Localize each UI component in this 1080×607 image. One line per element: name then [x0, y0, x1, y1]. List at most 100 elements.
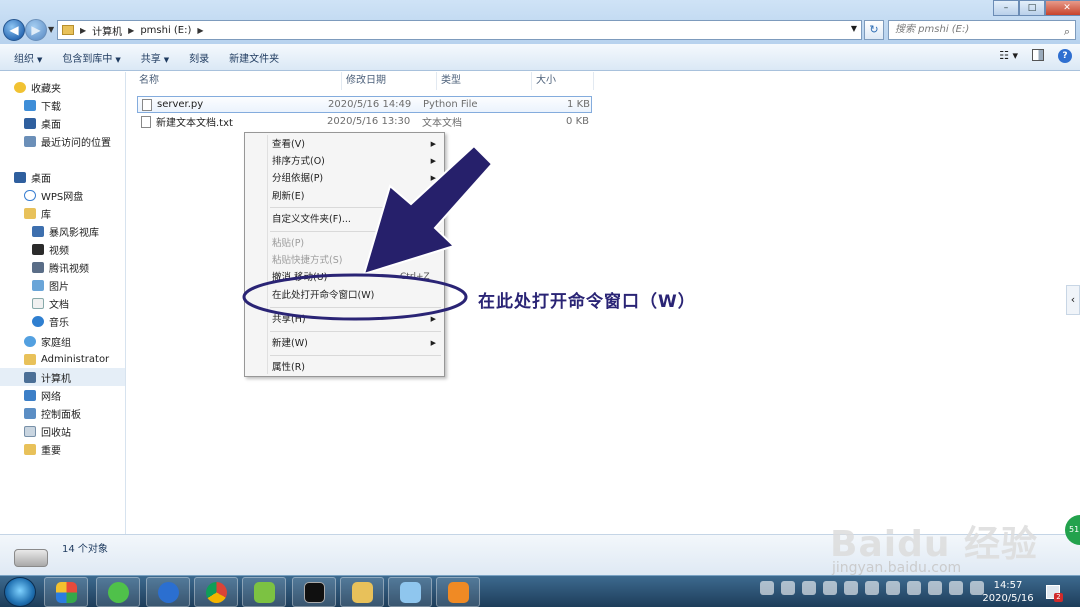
nav-label: 最近访问的位置	[41, 137, 111, 149]
nav-label: 音乐	[49, 317, 69, 329]
nav-label: 计算机	[41, 373, 71, 385]
nav-label: 文档	[49, 299, 69, 311]
taskbar-app-sublime[interactable]	[436, 577, 480, 607]
include-in-library-button[interactable]: 包含到库中 ▼	[62, 50, 120, 65]
menu-item-group-by[interactable]: 分组依据(P) ▶	[272, 171, 442, 186]
column-type[interactable]: 类型	[437, 72, 532, 90]
tray-app-icon[interactable]	[802, 581, 816, 595]
nav-label: 重要	[41, 445, 61, 457]
refresh-button[interactable]: ↻	[864, 20, 884, 40]
minimize-button[interactable]: –	[993, 0, 1019, 16]
sublime-text-icon	[448, 582, 469, 603]
menu-item-refresh[interactable]: 刷新(E)	[272, 189, 442, 204]
tray-volume-icon[interactable]	[928, 581, 942, 595]
recent-places-icon	[24, 135, 36, 147]
tray-power-icon[interactable]	[949, 581, 963, 595]
folder-icon	[352, 582, 373, 603]
search-input[interactable]: 搜索 pmshi (E:) ⌕	[888, 20, 1076, 40]
chevron-left-icon[interactable]: ‹	[1066, 285, 1080, 315]
preview-pane-icon[interactable]	[1032, 49, 1044, 61]
menu-separator	[270, 307, 441, 308]
taskbar-app-360[interactable]	[96, 577, 140, 607]
tray-network-icon[interactable]	[907, 581, 921, 595]
taskbar-app-chrome[interactable]	[194, 577, 238, 607]
taskbar-app-green[interactable]	[242, 577, 286, 607]
maximize-button[interactable]: □	[1019, 0, 1045, 16]
taskbar-app-notepad[interactable]	[388, 577, 432, 607]
recent-pages-dropdown-icon[interactable]: ▼	[48, 25, 54, 34]
tray-keyboard-icon[interactable]	[760, 581, 774, 595]
start-button[interactable]	[4, 577, 36, 607]
file-type: Python File	[423, 99, 478, 110]
nav-label: 腾讯视频	[49, 263, 89, 275]
file-size: 1 KB	[567, 99, 590, 110]
video-library-icon	[32, 225, 44, 237]
menu-item-properties[interactable]: 属性(R)	[272, 360, 442, 375]
submenu-arrow-icon: ▶	[430, 174, 436, 182]
browser-icon	[108, 582, 129, 603]
menu-item-new[interactable]: 新建(W) ▶	[272, 336, 442, 351]
tray-device-icon[interactable]	[865, 581, 879, 595]
nav-desktop[interactable]: 桌面	[14, 168, 139, 186]
menu-item-view[interactable]: 查看(V) ▶	[272, 137, 442, 152]
file-size: 0 KB	[566, 116, 589, 127]
menu-item-paste-shortcut: 粘贴快捷方式(S)	[272, 255, 343, 266]
clock[interactable]: 14:57 2020/5/16	[978, 579, 1038, 605]
taskbar-app-cleaner[interactable]	[44, 577, 88, 607]
search-icon[interactable]: ⌕	[1064, 23, 1070, 41]
submenu-arrow-icon: ▶	[430, 140, 436, 148]
file-row[interactable]: 新建文本文档.txt 2020/5/16 13:30 文本文档 0 KB	[137, 113, 592, 130]
taskbar-app-cmd[interactable]	[292, 577, 336, 607]
clock-time: 14:57	[993, 580, 1023, 591]
close-button[interactable]: ✕	[1045, 0, 1080, 16]
help-icon[interactable]: ?	[1058, 49, 1072, 63]
menu-item-open-command-window[interactable]: 在此处打开命令窗口(W)	[272, 288, 442, 303]
action-center-icon[interactable]: 2	[1046, 585, 1063, 602]
taskbar-app-k[interactable]	[146, 577, 190, 607]
view-options-icon[interactable]: ☷ ▾	[999, 49, 1018, 63]
download-folder-icon	[24, 99, 36, 111]
taskbar-app-explorer[interactable]	[340, 577, 384, 607]
organize-button[interactable]: 组织 ▼	[14, 50, 42, 65]
forward-button[interactable]: ▶	[25, 19, 47, 41]
file-row[interactable]: server.py 2020/5/16 14:49 Python File 1 …	[137, 96, 592, 113]
tray-help-icon[interactable]	[781, 581, 795, 595]
column-date-modified[interactable]: 修改日期	[342, 72, 437, 90]
burn-button[interactable]: 刻录	[189, 50, 209, 65]
breadcrumb-separator-icon[interactable]: ▶	[80, 26, 86, 35]
new-folder-button[interactable]: 新建文件夹	[229, 50, 279, 65]
file-type: 文本文档	[422, 118, 462, 129]
address-bar[interactable]: ▶ 计算机 ▶ pmshi (E:) ▶ ▼	[57, 20, 862, 40]
column-name[interactable]: 名称	[135, 72, 342, 90]
file-date: 2020/5/16 13:30	[327, 116, 411, 127]
address-dropdown-icon[interactable]: ▼	[851, 24, 857, 33]
breadcrumb-separator-icon[interactable]: ▶	[128, 26, 134, 35]
chevron-down-icon: ▼	[115, 55, 121, 64]
nav-label: 桌面	[41, 119, 61, 131]
computer-icon	[24, 371, 36, 383]
tray-security-icon[interactable]	[886, 581, 900, 595]
back-button[interactable]: ◀	[3, 19, 25, 41]
column-header-row: 名称 修改日期 类型 大小	[135, 72, 725, 90]
nav-favorites[interactable]: 收藏夹	[14, 78, 139, 96]
tray-battery-icon[interactable]	[844, 581, 858, 595]
tray-flag-icon[interactable]	[823, 581, 837, 595]
breadcrumb-computer[interactable]: 计算机	[92, 23, 122, 38]
menu-separator	[270, 207, 441, 208]
share-button[interactable]: 共享 ▼	[141, 50, 169, 65]
column-size[interactable]: 大小	[532, 72, 594, 90]
text-file-icon	[141, 115, 151, 128]
breadcrumb-drive[interactable]: pmshi (E:)	[140, 25, 191, 36]
drive-icon	[14, 549, 48, 567]
menu-item-sort-by[interactable]: 排序方式(O) ▶	[272, 154, 442, 169]
menu-item-share[interactable]: 共享(H) ▶	[272, 312, 442, 327]
menu-item-customize-folder[interactable]: 自定义文件夹(F)...	[272, 212, 442, 227]
recycle-bin-icon	[24, 425, 36, 437]
nav-label: 控制面板	[41, 409, 81, 421]
computer-icon	[62, 25, 74, 35]
nav-computer[interactable]: 计算机	[0, 368, 125, 386]
breadcrumb-separator-icon[interactable]: ▶	[197, 26, 203, 35]
nav-label: 暴风影视库	[49, 227, 99, 239]
toolbar-right: ☷ ▾ ?	[999, 49, 1072, 63]
notepad-icon	[400, 582, 421, 603]
